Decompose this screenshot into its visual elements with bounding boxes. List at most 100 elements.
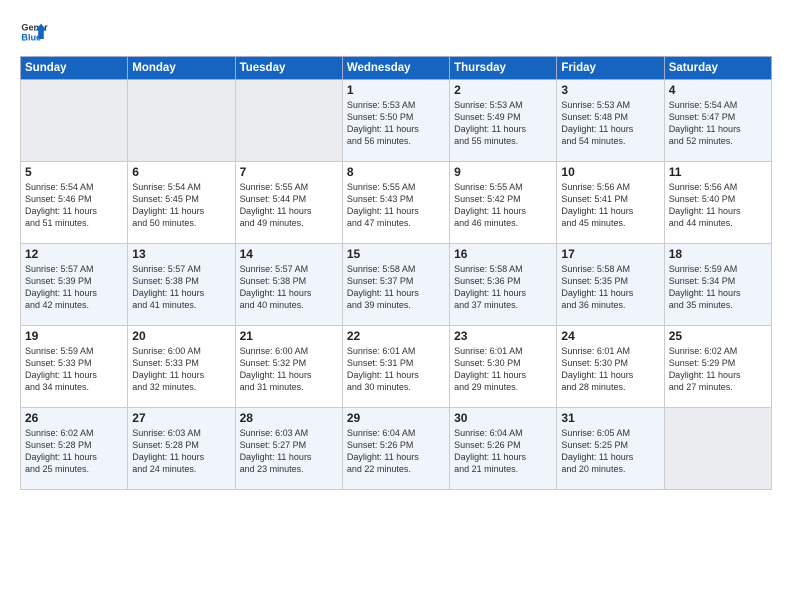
calendar-cell: 10Sunrise: 5:56 AM Sunset: 5:41 PM Dayli… xyxy=(557,162,664,244)
calendar-cell: 29 Sunrise: 6:04 AM Sunset: 5:26 PM Dayli… xyxy=(342,408,449,490)
day-info: Sunrise: 5:59 AM Sunset: 5:33 PM Dayligh… xyxy=(25,345,123,394)
day-number: 5 xyxy=(25,165,123,179)
day-info: Sunrise: 5:59 AM Sunset: 5:34 PM Dayligh… xyxy=(669,263,767,312)
calendar-cell: 12 Sunrise: 5:57 AM Sunset: 5:39 PM Dayli… xyxy=(21,244,128,326)
day-number: 1 xyxy=(347,83,445,97)
day-number: 10 xyxy=(561,165,659,179)
day-number: 11 xyxy=(669,165,767,179)
day-number: 24 xyxy=(561,329,659,343)
calendar-cell xyxy=(21,80,128,162)
day-info: Sunrise: 5:57 AM Sunset: 5:39 PM Dayligh… xyxy=(25,263,123,312)
day-number: 15 xyxy=(347,247,445,261)
weekday-header-thursday: Thursday xyxy=(450,57,557,80)
day-number: 13 xyxy=(132,247,230,261)
day-number: 29 xyxy=(347,411,445,425)
logo-icon: General Blue xyxy=(20,18,48,46)
calendar-cell: 17Sunrise: 5:58 AM Sunset: 5:35 PM Dayli… xyxy=(557,244,664,326)
day-info: Sunrise: 5:57 AM Sunset: 5:38 PM Dayligh… xyxy=(132,263,230,312)
calendar-cell: 9 Sunrise: 5:55 AM Sunset: 5:42 PM Daylig… xyxy=(450,162,557,244)
calendar-cell: 1 Sunrise: 5:53 AM Sunset: 5:50 PM Daylig… xyxy=(342,80,449,162)
day-number: 23 xyxy=(454,329,552,343)
calendar-cell: 5 Sunrise: 5:54 AM Sunset: 5:46 PM Daylig… xyxy=(21,162,128,244)
day-info: Sunrise: 5:53 AM Sunset: 5:48 PM Dayligh… xyxy=(561,99,659,148)
calendar-week-5: 26 Sunrise: 6:02 AM Sunset: 5:28 PM Dayli… xyxy=(21,408,772,490)
svg-text:Blue: Blue xyxy=(21,32,41,42)
calendar-cell: 27 Sunrise: 6:03 AM Sunset: 5:28 PM Dayli… xyxy=(128,408,235,490)
day-number: 6 xyxy=(132,165,230,179)
day-number: 25 xyxy=(669,329,767,343)
day-info: Sunrise: 6:02 AM Sunset: 5:28 PM Dayligh… xyxy=(25,427,123,476)
day-info: Sunrise: 6:02 AM Sunset: 5:29 PM Dayligh… xyxy=(669,345,767,394)
day-number: 19 xyxy=(25,329,123,343)
day-number: 16 xyxy=(454,247,552,261)
weekday-header-row: SundayMondayTuesdayWednesdayThursdayFrid… xyxy=(21,57,772,80)
day-number: 31 xyxy=(561,411,659,425)
day-info: Sunrise: 6:01 AM Sunset: 5:31 PM Dayligh… xyxy=(347,345,445,394)
day-info: Sunrise: 6:01 AM Sunset: 5:30 PM Dayligh… xyxy=(561,345,659,394)
day-info: Sunrise: 5:53 AM Sunset: 5:49 PM Dayligh… xyxy=(454,99,552,148)
calendar-cell: 31 Sunrise: 6:05 AM Sunset: 5:25 PM Dayli… xyxy=(557,408,664,490)
calendar-cell: 2 Sunrise: 5:53 AM Sunset: 5:49 PM Daylig… xyxy=(450,80,557,162)
day-info: Sunrise: 6:04 AM Sunset: 5:26 PM Dayligh… xyxy=(347,427,445,476)
day-info: Sunrise: 5:55 AM Sunset: 5:44 PM Dayligh… xyxy=(240,181,338,230)
day-number: 2 xyxy=(454,83,552,97)
calendar-cell: 20 Sunrise: 6:00 AM Sunset: 5:33 PM Dayli… xyxy=(128,326,235,408)
day-info: Sunrise: 6:03 AM Sunset: 5:28 PM Dayligh… xyxy=(132,427,230,476)
weekday-header-saturday: Saturday xyxy=(664,57,771,80)
day-number: 18 xyxy=(669,247,767,261)
day-number: 30 xyxy=(454,411,552,425)
day-info: Sunrise: 6:00 AM Sunset: 5:33 PM Dayligh… xyxy=(132,345,230,394)
weekday-header-monday: Monday xyxy=(128,57,235,80)
day-number: 12 xyxy=(25,247,123,261)
weekday-header-friday: Friday xyxy=(557,57,664,80)
calendar-cell: 16 Sunrise: 5:58 AM Sunset: 5:36 PM Dayli… xyxy=(450,244,557,326)
day-info: Sunrise: 5:56 AM Sunset: 5:40 PM Dayligh… xyxy=(669,181,767,230)
calendar-cell: 30Sunrise: 6:04 AM Sunset: 5:26 PM Dayli… xyxy=(450,408,557,490)
day-info: Sunrise: 6:01 AM Sunset: 5:30 PM Dayligh… xyxy=(454,345,552,394)
calendar-table: SundayMondayTuesdayWednesdayThursdayFrid… xyxy=(20,56,772,490)
calendar-cell: 11 Sunrise: 5:56 AM Sunset: 5:40 PM Dayli… xyxy=(664,162,771,244)
day-number: 9 xyxy=(454,165,552,179)
day-number: 26 xyxy=(25,411,123,425)
calendar-cell xyxy=(128,80,235,162)
calendar-week-1: 1 Sunrise: 5:53 AM Sunset: 5:50 PM Daylig… xyxy=(21,80,772,162)
weekday-header-sunday: Sunday xyxy=(21,57,128,80)
day-number: 14 xyxy=(240,247,338,261)
day-info: Sunrise: 5:58 AM Sunset: 5:35 PM Dayligh… xyxy=(561,263,659,312)
day-info: Sunrise: 6:00 AM Sunset: 5:32 PM Dayligh… xyxy=(240,345,338,394)
calendar-week-3: 12 Sunrise: 5:57 AM Sunset: 5:39 PM Dayli… xyxy=(21,244,772,326)
calendar-cell: 24 Sunrise: 6:01 AM Sunset: 5:30 PM Dayli… xyxy=(557,326,664,408)
calendar-cell: 13 Sunrise: 5:57 AM Sunset: 5:38 PM Dayli… xyxy=(128,244,235,326)
day-number: 21 xyxy=(240,329,338,343)
day-info: Sunrise: 5:54 AM Sunset: 5:45 PM Dayligh… xyxy=(132,181,230,230)
calendar-cell: 22 Sunrise: 6:01 AM Sunset: 5:31 PM Dayli… xyxy=(342,326,449,408)
calendar-cell xyxy=(235,80,342,162)
day-number: 4 xyxy=(669,83,767,97)
day-info: Sunrise: 5:55 AM Sunset: 5:43 PM Dayligh… xyxy=(347,181,445,230)
calendar-week-4: 19 Sunrise: 5:59 AM Sunset: 5:33 PM Dayli… xyxy=(21,326,772,408)
calendar-cell: 23 Sunrise: 6:01 AM Sunset: 5:30 PM Dayli… xyxy=(450,326,557,408)
day-number: 20 xyxy=(132,329,230,343)
day-number: 22 xyxy=(347,329,445,343)
day-number: 27 xyxy=(132,411,230,425)
day-info: Sunrise: 5:54 AM Sunset: 5:46 PM Dayligh… xyxy=(25,181,123,230)
day-number: 7 xyxy=(240,165,338,179)
day-number: 3 xyxy=(561,83,659,97)
calendar-cell: 15Sunrise: 5:58 AM Sunset: 5:37 PM Dayli… xyxy=(342,244,449,326)
calendar-cell: 4Sunrise: 5:54 AM Sunset: 5:47 PM Daylig… xyxy=(664,80,771,162)
calendar-week-2: 5 Sunrise: 5:54 AM Sunset: 5:46 PM Daylig… xyxy=(21,162,772,244)
calendar-cell: 28Sunrise: 6:03 AM Sunset: 5:27 PM Dayli… xyxy=(235,408,342,490)
day-number: 28 xyxy=(240,411,338,425)
day-info: Sunrise: 5:58 AM Sunset: 5:36 PM Dayligh… xyxy=(454,263,552,312)
calendar-cell: 6 Sunrise: 5:54 AM Sunset: 5:45 PM Daylig… xyxy=(128,162,235,244)
day-info: Sunrise: 6:05 AM Sunset: 5:25 PM Dayligh… xyxy=(561,427,659,476)
weekday-header-tuesday: Tuesday xyxy=(235,57,342,80)
calendar-cell: 25 Sunrise: 6:02 AM Sunset: 5:29 PM Dayli… xyxy=(664,326,771,408)
calendar-cell xyxy=(664,408,771,490)
calendar-cell: 21 Sunrise: 6:00 AM Sunset: 5:32 PM Dayli… xyxy=(235,326,342,408)
calendar-cell: 14 Sunrise: 5:57 AM Sunset: 5:38 PM Dayli… xyxy=(235,244,342,326)
day-info: Sunrise: 5:57 AM Sunset: 5:38 PM Dayligh… xyxy=(240,263,338,312)
calendar-cell: 3 Sunrise: 5:53 AM Sunset: 5:48 PM Daylig… xyxy=(557,80,664,162)
day-info: Sunrise: 5:53 AM Sunset: 5:50 PM Dayligh… xyxy=(347,99,445,148)
day-info: Sunrise: 5:55 AM Sunset: 5:42 PM Dayligh… xyxy=(454,181,552,230)
